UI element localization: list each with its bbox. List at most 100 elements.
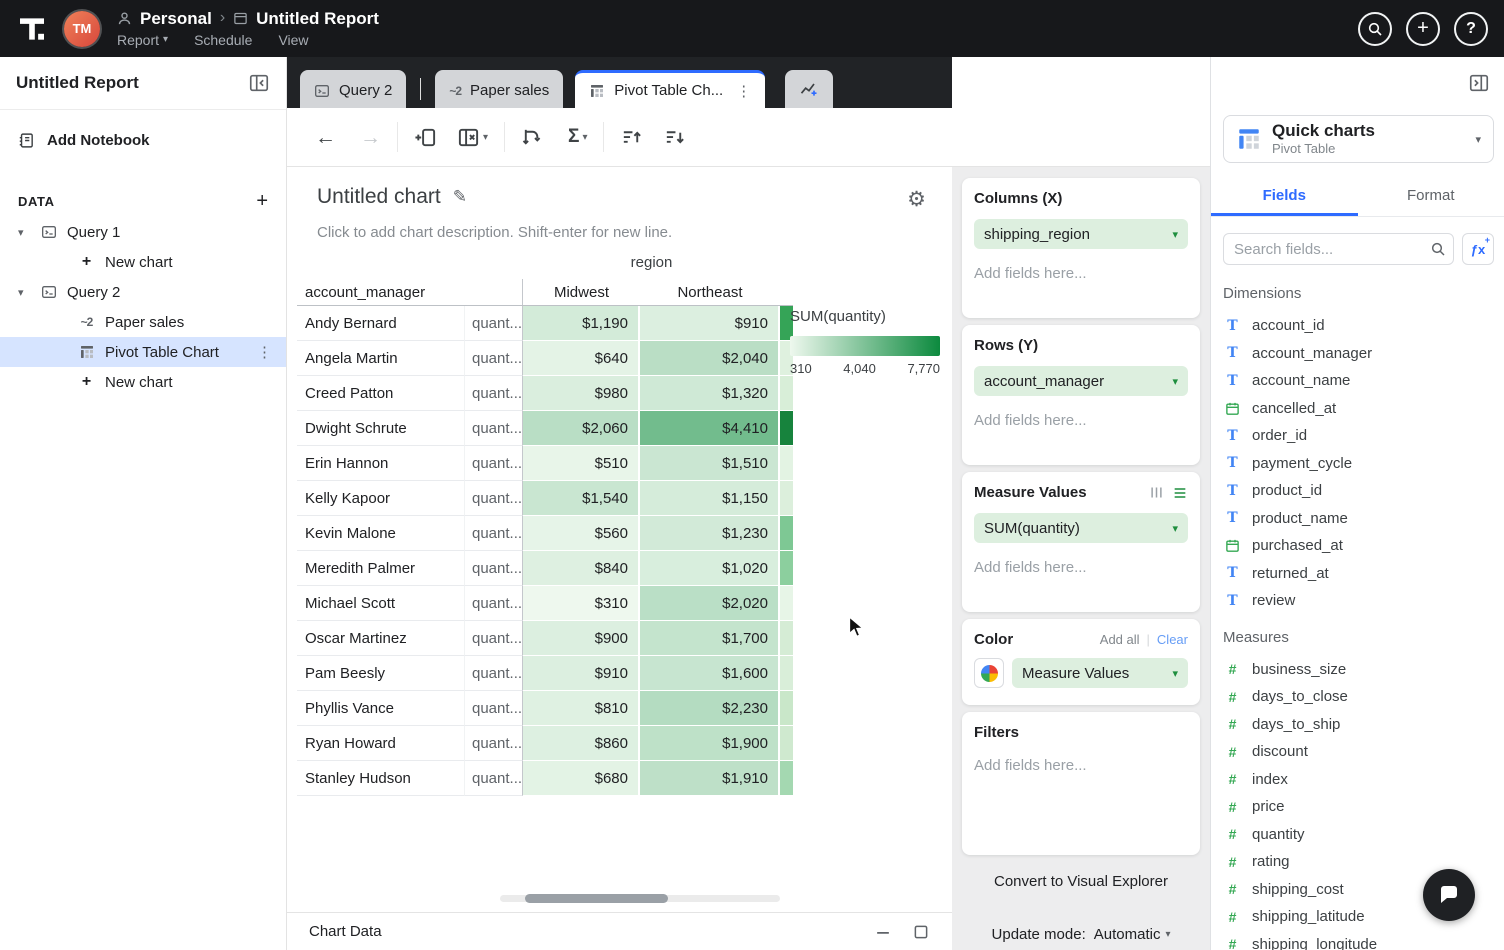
value-cell: $1,020 xyxy=(640,551,780,586)
help-button[interactable]: ? xyxy=(1454,12,1488,46)
field-item-days_to_close[interactable]: #days_to_close xyxy=(1211,683,1504,711)
chart-data-toggle[interactable]: Chart Data xyxy=(309,923,382,940)
color-clear-button[interactable]: Clear xyxy=(1157,632,1188,647)
rows-field-pill[interactable]: account_manager▾ xyxy=(974,366,1188,396)
field-item-returned_at[interactable]: Treturned_at xyxy=(1211,560,1504,588)
tab-query-2[interactable]: Query 2 xyxy=(300,70,406,108)
breadcrumb-report-title[interactable]: Untitled Report xyxy=(256,10,379,27)
menu-view[interactable]: View xyxy=(278,32,308,48)
breadcrumb-workspace[interactable]: Personal xyxy=(140,10,212,27)
field-item-review[interactable]: Treview xyxy=(1211,587,1504,615)
app-logo[interactable] xyxy=(0,0,64,57)
field-item-business_size[interactable]: #business_size xyxy=(1211,656,1504,684)
color-picker-button[interactable] xyxy=(974,658,1004,688)
menu-schedule[interactable]: Schedule xyxy=(194,32,252,48)
sidebar-item-label: Query 2 xyxy=(67,284,120,301)
kebab-menu-icon[interactable]: ⋮ xyxy=(257,343,272,361)
sidebar-item-pivot-table-chart[interactable]: Pivot Table Chart⋮ xyxy=(0,337,286,367)
columns-drop-target[interactable]: Add fields here... xyxy=(974,265,1188,282)
chart-title[interactable]: Untitled chart xyxy=(317,185,441,209)
menu-report[interactable]: Report▾ xyxy=(117,32,168,48)
search-button[interactable] xyxy=(1358,12,1392,46)
measure-label-cell: quant... xyxy=(465,551,523,586)
field-item-index[interactable]: #index xyxy=(1211,766,1504,794)
tab-paper-sales[interactable]: ~2Paper sales xyxy=(435,70,563,108)
chevron-down-icon[interactable]: ▾ xyxy=(18,226,32,239)
value-cell: $640 xyxy=(523,341,640,376)
pivot-transform-button[interactable] xyxy=(521,126,544,149)
chart-description-placeholder[interactable]: Click to add chart description. Shift-en… xyxy=(317,224,672,241)
remove-column-dropdown[interactable]: ▾ xyxy=(457,126,488,149)
quick-charts-selector[interactable]: Quick charts Pivot Table ▾ xyxy=(1223,115,1494,163)
field-item-account_name[interactable]: Taccount_name xyxy=(1211,367,1504,395)
sidebar-item-new-chart[interactable]: +New chart xyxy=(0,367,286,397)
field-item-purchased_at[interactable]: purchased_at xyxy=(1211,532,1504,560)
color-field-pill[interactable]: Measure Values▾ xyxy=(1012,658,1188,688)
filters-drop-target[interactable]: Add fields here... xyxy=(974,757,1188,774)
field-item-order_id[interactable]: Torder_id xyxy=(1211,422,1504,450)
measure-label-cell: quant... xyxy=(465,411,523,446)
row-label-cell: Stanley Hudson xyxy=(297,761,465,796)
rows-layout-toggle[interactable] xyxy=(1172,485,1188,501)
field-item-product_name[interactable]: Tproduct_name xyxy=(1211,505,1504,533)
new-chart-tab-button[interactable] xyxy=(785,70,833,108)
column-header-midwest: Midwest xyxy=(523,279,640,305)
sidebar-tree: ▾Query 1+New chart▾Query 2~2Paper salesP… xyxy=(0,217,286,397)
add-data-button[interactable]: + xyxy=(256,191,268,211)
add-notebook-button[interactable]: Add Notebook xyxy=(0,124,286,157)
columns-field-pill[interactable]: shipping_region▾ xyxy=(974,219,1188,249)
chart-plus-icon xyxy=(799,79,819,99)
legend-gradient xyxy=(790,336,940,356)
tab-fields[interactable]: Fields xyxy=(1211,177,1358,216)
left-sidebar: Untitled Report Add Notebook DATA + ▾Que… xyxy=(0,57,287,950)
color-add-all-button[interactable]: Add all xyxy=(1100,632,1140,647)
measure-label-cell: quant... xyxy=(465,761,523,796)
number-type-icon: # xyxy=(1225,936,1240,950)
measure-drop-target[interactable]: Add fields here... xyxy=(974,559,1188,576)
convert-to-visual-explorer-button[interactable]: Convert to Visual Explorer xyxy=(962,867,1200,896)
field-item-account_id[interactable]: Taccount_id xyxy=(1211,312,1504,340)
edit-title-icon[interactable]: ✎ xyxy=(453,187,467,207)
fields-panel: Quick charts Pivot Table ▾ Fields Format… xyxy=(1210,57,1504,950)
sidebar-item-new-chart[interactable]: +New chart xyxy=(0,247,286,277)
aggregate-dropdown[interactable]: Σ ▾ xyxy=(568,126,587,148)
expand-panel-button[interactable] xyxy=(912,923,930,941)
tab-pivot-table-ch-[interactable]: Pivot Table Ch...⋮ xyxy=(575,70,765,108)
kebab-menu-icon[interactable]: ⋮ xyxy=(736,82,751,100)
chart-settings-button[interactable]: ⚙ xyxy=(907,187,926,212)
sort-ascending-button[interactable] xyxy=(620,126,643,149)
columns-layout-toggle[interactable] xyxy=(1149,485,1164,500)
field-item-price[interactable]: #price xyxy=(1211,793,1504,821)
update-mode-dropdown[interactable]: Automatic▾ xyxy=(1094,926,1171,943)
remove-column-icon xyxy=(457,126,480,149)
field-item-quantity[interactable]: #quantity xyxy=(1211,821,1504,849)
field-item-account_manager[interactable]: Taccount_manager xyxy=(1211,340,1504,368)
search-fields-input[interactable] xyxy=(1223,233,1454,265)
avatar[interactable]: TM xyxy=(64,11,100,47)
add-calculated-field-button[interactable]: ƒx+ xyxy=(1462,233,1494,265)
redo-button[interactable]: → xyxy=(360,127,381,148)
field-item-discount[interactable]: #discount xyxy=(1211,738,1504,766)
undo-button[interactable]: ← xyxy=(315,127,336,148)
expand-panel-button[interactable] xyxy=(1468,72,1490,98)
rows-drop-target[interactable]: Add fields here... xyxy=(974,412,1188,429)
sidebar-item-query-1[interactable]: ▾Query 1 xyxy=(0,217,286,247)
field-item-shipping_longitude[interactable]: #shipping_longitude xyxy=(1211,931,1504,950)
field-item-payment_cycle[interactable]: Tpayment_cycle xyxy=(1211,450,1504,478)
row-label-cell: Michael Scott xyxy=(297,586,465,621)
field-item-product_id[interactable]: Tproduct_id xyxy=(1211,477,1504,505)
minimize-panel-button[interactable] xyxy=(874,923,892,941)
sort-descending-button[interactable] xyxy=(663,126,686,149)
horizontal-scrollbar-thumb[interactable] xyxy=(525,894,668,903)
tab-format[interactable]: Format xyxy=(1358,177,1504,216)
measure-pill[interactable]: SUM(quantity)▾ xyxy=(974,513,1188,543)
add-button[interactable]: + xyxy=(1406,12,1440,46)
chevron-down-icon[interactable]: ▾ xyxy=(18,286,32,299)
field-item-days_to_ship[interactable]: #days_to_ship xyxy=(1211,711,1504,739)
field-item-cancelled_at[interactable]: cancelled_at xyxy=(1211,395,1504,423)
sidebar-item-paper-sales[interactable]: ~2Paper sales xyxy=(0,307,286,337)
sidebar-item-query-2[interactable]: ▾ Query 2 xyxy=(0,277,286,307)
add-column-button[interactable] xyxy=(414,126,437,149)
chat-support-button[interactable] xyxy=(1423,869,1475,921)
collapse-sidebar-button[interactable] xyxy=(248,72,270,94)
